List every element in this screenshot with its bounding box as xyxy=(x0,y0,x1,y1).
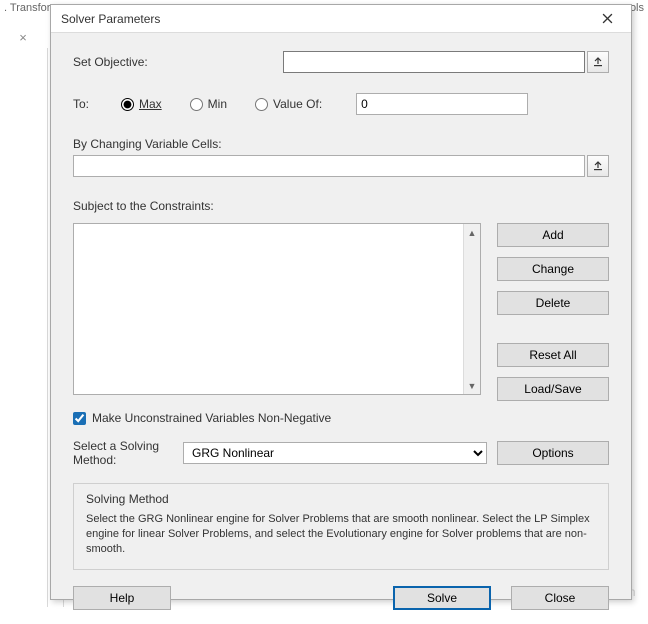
titlebar: Solver Parameters xyxy=(51,5,631,33)
close-button[interactable]: Close xyxy=(511,586,609,610)
description-body: Select the GRG Nonlinear engine for Solv… xyxy=(86,512,596,557)
solve-button[interactable]: Solve xyxy=(393,586,491,610)
nonnegative-label[interactable]: Make Unconstrained Variables Non-Negativ… xyxy=(92,411,331,425)
solver-parameters-dialog: Solver Parameters Set Objective: To: Max xyxy=(50,4,632,600)
help-button[interactable]: Help xyxy=(73,586,171,610)
load-save-button[interactable]: Load/Save xyxy=(497,377,609,401)
radio-max-label[interactable]: Max xyxy=(139,97,162,111)
set-objective-label: Set Objective: xyxy=(73,55,283,69)
nonnegative-checkbox[interactable] xyxy=(73,412,86,425)
radio-min[interactable] xyxy=(190,98,203,111)
radio-valueof-label[interactable]: Value Of: xyxy=(273,97,322,111)
constraints-listbox[interactable]: ▲ ▼ xyxy=(73,223,481,395)
add-button[interactable]: Add xyxy=(497,223,609,247)
collapse-dialog-icon[interactable] xyxy=(587,155,609,177)
scrollbar[interactable]: ▲ ▼ xyxy=(463,224,480,394)
dialog-title: Solver Parameters xyxy=(61,12,587,26)
solving-method-select[interactable]: GRG Nonlinear xyxy=(183,442,487,464)
description-heading: Solving Method xyxy=(86,492,596,506)
set-objective-input[interactable] xyxy=(283,51,585,73)
radio-max[interactable] xyxy=(121,98,134,111)
options-button[interactable]: Options xyxy=(497,441,609,465)
solving-method-label: Select a Solving Method: xyxy=(73,439,173,467)
scroll-up-icon[interactable]: ▲ xyxy=(464,224,480,241)
scroll-down-icon[interactable]: ▼ xyxy=(464,377,480,394)
radio-valueof[interactable] xyxy=(255,98,268,111)
reset-all-button[interactable]: Reset All xyxy=(497,343,609,367)
solving-method-description: Solving Method Select the GRG Nonlinear … xyxy=(73,483,609,570)
to-label: To: xyxy=(73,97,121,111)
objective-radio-group: Max Min Value Of: xyxy=(121,97,322,111)
ribbon-fragment-right: ols xyxy=(630,2,644,14)
changing-cells-label: By Changing Variable Cells: xyxy=(73,137,609,151)
change-button[interactable]: Change xyxy=(497,257,609,281)
constraints-label: Subject to the Constraints: xyxy=(73,199,609,213)
close-icon[interactable] xyxy=(587,5,627,33)
valueof-input[interactable] xyxy=(356,93,528,115)
delete-button[interactable]: Delete xyxy=(497,291,609,315)
changing-cells-input[interactable] xyxy=(73,155,585,177)
radio-min-label[interactable]: Min xyxy=(208,97,227,111)
formula-cancel-icon[interactable]: × xyxy=(12,30,34,48)
dialog-content: Set Objective: To: Max Min Valu xyxy=(51,33,631,624)
collapse-dialog-icon[interactable] xyxy=(587,51,609,73)
